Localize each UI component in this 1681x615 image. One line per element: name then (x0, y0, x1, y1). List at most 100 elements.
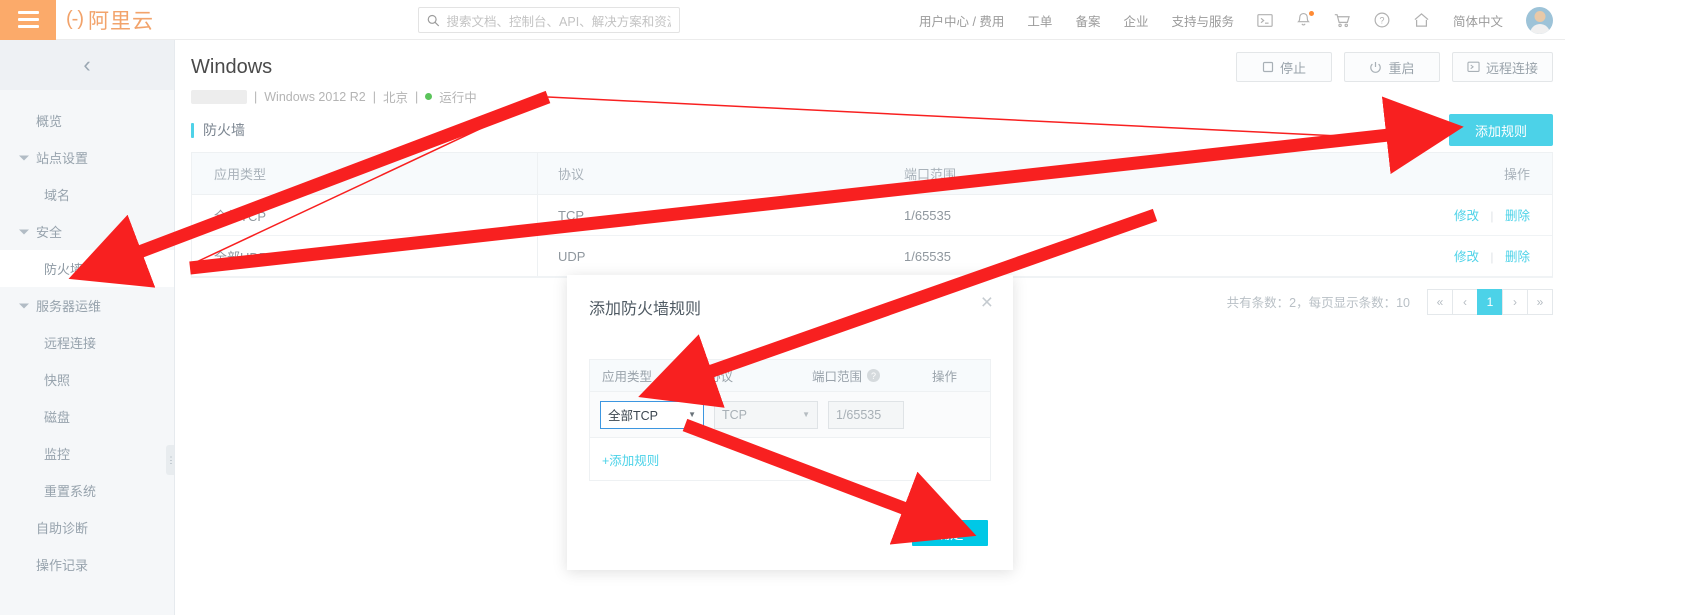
port-range-input: 1/65535 (828, 400, 904, 429)
cell-operations: 修改 | 删除 (1217, 246, 1552, 266)
subtitle-divider-3: | (414, 89, 419, 104)
stop-button[interactable]: 停止 (1235, 52, 1332, 82)
table-row: 全部UDP UDP 1/65535 修改 | 删除 (192, 236, 1552, 277)
dialog-footer: 确定 (912, 520, 988, 546)
sidebar-item-disk[interactable]: 磁盘 (0, 398, 174, 435)
sidebar-item-domain[interactable]: 域名 (0, 176, 174, 213)
chevron-left-icon: ‹ (83, 52, 91, 77)
sidebar-item-label: 重置系统 (44, 484, 97, 499)
page-header: Windows | Windows 2012 R2 | 北京 | 运行中 停止 (175, 40, 1565, 108)
sidebar-group-server-ops[interactable]: 服务器运维 (0, 287, 174, 324)
search-input[interactable]: 搜索文档、控制台、API、解决方案和资源 (418, 7, 680, 33)
sidebar-group-site-settings[interactable]: 站点设置 (0, 139, 174, 176)
sidebar-item-label: 安全 (36, 225, 63, 240)
cart-icon[interactable] (1334, 13, 1351, 28)
terminal-icon[interactable] (1257, 13, 1273, 28)
brand-mark: (-) (66, 8, 84, 30)
sidebar-item-label: 自助诊断 (36, 521, 89, 536)
sidebar-item-snapshot[interactable]: 快照 (0, 361, 174, 398)
sidebar-item-label: 域名 (44, 188, 71, 203)
notification-badge (1308, 11, 1314, 16)
subtitle-region: 北京 (382, 91, 408, 105)
sidebar-item-remote-connect[interactable]: 远程连接 (0, 324, 174, 361)
pagination-page-1[interactable]: 1 (1477, 288, 1503, 315)
table-row: 全部TCP TCP 1/65535 修改 | 删除 (192, 195, 1552, 236)
dialog-table-footer: +添加规则 (590, 438, 990, 480)
stop-button-label: 停止 (1279, 60, 1306, 76)
pagination-info: 共有条数：2，每页显示条数：10 (1226, 296, 1410, 310)
cell-app-type: 全部TCP (214, 208, 267, 224)
chevron-down-icon: ▼ (688, 410, 696, 419)
table-header-row: 应用类型 协议 端口范围 操作 (192, 153, 1552, 195)
remote-connect-button[interactable]: 远程连接 (1451, 52, 1553, 82)
sidebar-item-reset-system[interactable]: 重置系统 (0, 472, 174, 509)
dialog-column-operation: 操作 (932, 370, 958, 384)
cell-operations: 修改 | 删除 (1217, 205, 1552, 225)
sidebar-item-overview[interactable]: 概览 (0, 102, 174, 139)
confirm-button[interactable]: 确定 (912, 520, 988, 546)
sidebar-group-security[interactable]: 安全 (0, 213, 174, 250)
dialog-column-app-type: 应用类型 (602, 370, 653, 384)
avatar-body (1529, 23, 1550, 34)
question-icon[interactable]: ? (867, 369, 881, 382)
column-header-protocol: 协议 (537, 153, 882, 194)
sidebar-nav: 概览 站点设置 域名 安全 防火墙 服务器运维 远程连接 快照 磁盘 监控 重置… (0, 90, 174, 583)
dialog-table-header: 应用类型 协议 端口范围 ? 操作 (590, 360, 990, 392)
hamburger-icon[interactable] (0, 0, 56, 40)
delete-rule-link[interactable]: 删除 (1505, 209, 1530, 223)
nav-tickets[interactable]: 工单 (1027, 11, 1052, 30)
help-icon[interactable]: ? (1374, 12, 1390, 28)
avatar-head (1534, 10, 1545, 22)
sidebar-item-monitor[interactable]: 监控 (0, 435, 174, 472)
brand-logo[interactable]: (-) 阿里云 (66, 5, 154, 35)
add-rule-button[interactable]: 添加规则 (1448, 114, 1553, 146)
language-selector[interactable]: 简体中文 (1453, 11, 1503, 30)
pagination-next[interactable]: › (1502, 288, 1528, 315)
bell-icon[interactable] (1296, 11, 1314, 28)
delete-rule-link[interactable]: 删除 (1505, 250, 1530, 264)
add-rule-link[interactable]: +添加规则 (602, 450, 659, 469)
sidebar-item-operation-log[interactable]: 操作记录 (0, 546, 174, 583)
power-icon (1370, 61, 1382, 73)
app-type-value: 全部TCP (608, 409, 659, 423)
edit-rule-link[interactable]: 修改 (1454, 250, 1479, 264)
status-badge: 运行中 (439, 91, 477, 105)
restart-button[interactable]: 重启 (1343, 52, 1440, 82)
close-icon[interactable]: × (981, 292, 993, 313)
avatar[interactable] (1526, 6, 1553, 34)
dots-icon: ⋮ (166, 455, 175, 465)
dialog-form-row: 全部TCP ▼ TCP ▼ 1/65535 (590, 392, 990, 438)
app-type-select[interactable]: 全部TCP ▼ (600, 400, 704, 429)
cell-port-range: 1/65535 (904, 207, 951, 223)
dialog-column-port-range: 端口范围 (812, 370, 863, 384)
sidebar-collapse-button[interactable]: ‹ (0, 40, 174, 90)
sidebar-item-label: 快照 (44, 373, 71, 388)
port-range-value: 1/65535 (836, 407, 882, 422)
sidebar-item-firewall[interactable]: 防火墙 (0, 250, 174, 287)
sidebar-item-self-diagnosis[interactable]: 自助诊断 (0, 509, 174, 546)
subtitle-os: Windows 2012 R2 (264, 89, 366, 104)
cell-port-range: 1/65535 (904, 248, 951, 264)
home-icon[interactable] (1413, 12, 1430, 28)
nav-enterprise[interactable]: 企业 (1123, 11, 1148, 30)
pagination-first[interactable]: « (1427, 288, 1453, 315)
sidebar-item-label: 监控 (44, 447, 71, 462)
sidebar-item-label: 概览 (36, 114, 63, 129)
svg-text:?: ? (1379, 16, 1384, 26)
page-header-actions: 停止 重启 远程连接 (1235, 52, 1553, 82)
pagination-prev[interactable]: ‹ (1452, 288, 1478, 315)
column-header-app-type: 应用类型 (214, 167, 267, 182)
monitor-icon (1467, 61, 1480, 72)
section-title: 防火墙 (191, 120, 245, 140)
subtitle-divider-1: | (254, 89, 258, 104)
pagination-last[interactable]: » (1527, 288, 1553, 315)
section-accent-bar (191, 122, 194, 138)
nav-support[interactable]: 支持与服务 (1171, 11, 1234, 30)
column-header-operation: 操作 (1503, 167, 1530, 182)
firewall-rules-table: 应用类型 协议 端口范围 操作 全部TCP TCP 1/65535 修改 | 删… (191, 152, 1553, 277)
sidebar-resize-handle[interactable]: ⋮ (166, 445, 175, 475)
restart-button-label: 重启 (1388, 60, 1415, 76)
nav-icp[interactable]: 备案 (1075, 11, 1100, 30)
nav-user-center[interactable]: 用户中心 / 费用 (919, 11, 1004, 30)
edit-rule-link[interactable]: 修改 (1454, 209, 1479, 223)
